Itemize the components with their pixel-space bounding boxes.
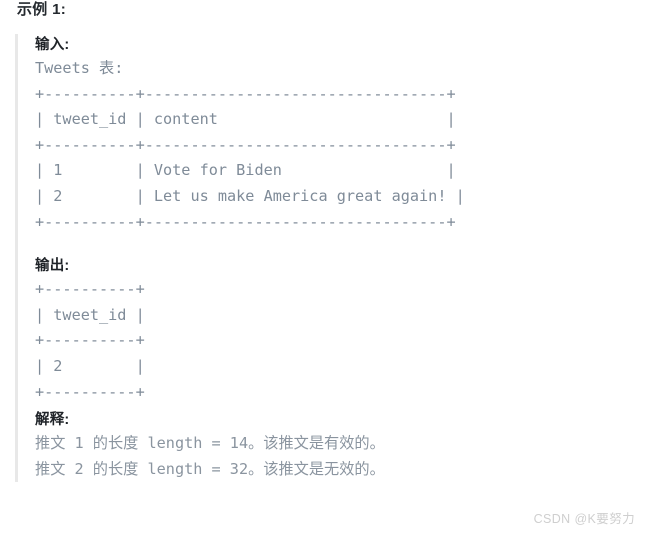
output-section: 输出: +----------+ | tweet_id | +---------… bbox=[35, 255, 635, 405]
input-section: 输入: Tweets 表: +----------+--------------… bbox=[35, 34, 635, 235]
explanation-label: 解释: bbox=[35, 412, 70, 429]
csdn-watermark: CSDN @K要努力 bbox=[533, 512, 635, 526]
explanation-line-1: 推文 1 的长度 length = 14。该推文是有效的。 bbox=[35, 434, 385, 453]
explanation-section: 解释: 推文 1 的长度 length = 14。该推文是有效的。 推文 2 的… bbox=[35, 409, 635, 482]
output-table-ascii: +----------+ | tweet_id | +----------+ |… bbox=[35, 280, 145, 401]
example-page: 示例 1: 输入: Tweets 表: +----------+--------… bbox=[0, 0, 653, 542]
input-table-ascii: +----------+----------------------------… bbox=[35, 84, 465, 231]
explanation-line-2: 推文 2 的长度 length = 32。该推文是无效的。 bbox=[35, 459, 385, 478]
input-table-caption: Tweets 表: bbox=[35, 59, 124, 77]
page-title: 示例 1: bbox=[17, 1, 67, 18]
example-blockquote: 输入: Tweets 表: +----------+--------------… bbox=[15, 34, 635, 483]
input-label: 输入: bbox=[35, 37, 70, 53]
output-label: 输出: bbox=[35, 258, 70, 275]
